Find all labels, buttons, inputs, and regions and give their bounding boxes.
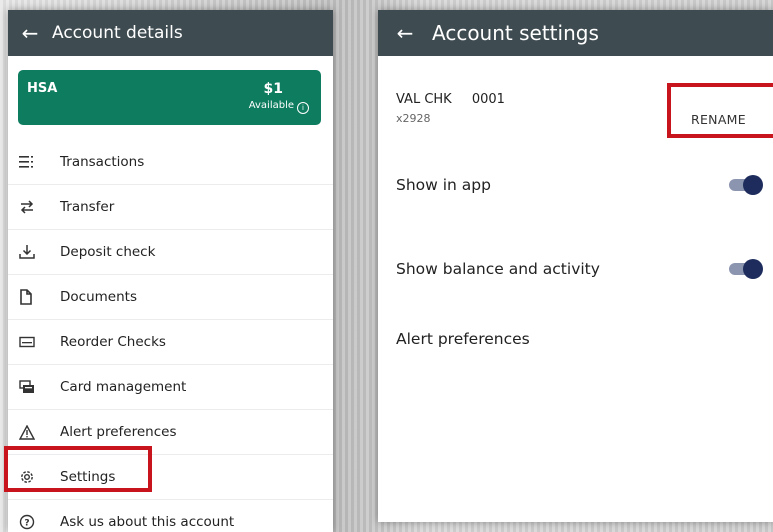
setting-show-in-app: Show in app	[396, 176, 491, 194]
transfer-arrows-icon	[19, 199, 57, 215]
page-title: Account settings	[432, 21, 599, 45]
menu-item-ask-us[interactable]: ? Ask us about this account	[8, 500, 333, 532]
menu-item-card-management[interactable]: Card management	[8, 365, 333, 410]
setting-alert-preferences[interactable]: Alert preferences	[396, 330, 530, 348]
account-card-name: HSA	[27, 81, 58, 96]
account-info: VAL CHK 0001	[396, 92, 505, 107]
cards-stack-icon	[19, 380, 57, 394]
back-arrow-icon[interactable]: ←	[378, 21, 432, 45]
page-title: Account details	[52, 23, 183, 43]
menu-item-reorder-checks[interactable]: Reorder Checks	[8, 320, 333, 365]
svg-text:?: ?	[24, 519, 29, 529]
menu-item-deposit-check[interactable]: Deposit check	[8, 230, 333, 275]
account-card[interactable]: HSA $1 Available i	[18, 70, 321, 125]
check-card-icon	[19, 336, 57, 348]
download-tray-icon	[19, 244, 57, 260]
menu-item-transfer[interactable]: Transfer	[8, 185, 333, 230]
rename-highlight-box	[667, 83, 773, 138]
list-icon	[19, 155, 57, 169]
menu-item-transactions[interactable]: Transactions	[8, 140, 333, 185]
warning-triangle-icon	[19, 424, 57, 440]
menu-item-documents[interactable]: Documents	[8, 275, 333, 320]
account-name: VAL CHK	[396, 92, 452, 107]
account-masked-number: x2928	[396, 112, 431, 125]
available-label: Available i	[249, 100, 309, 114]
document-icon	[19, 289, 57, 305]
account-number: 0001	[471, 92, 505, 107]
app-bar: ← Account settings	[378, 10, 773, 56]
help-circle-icon: ?	[19, 514, 57, 530]
setting-show-balance: Show balance and activity	[396, 260, 600, 278]
account-card-amount: $1	[263, 81, 283, 97]
app-bar: ← Account details	[8, 10, 333, 56]
show-in-app-toggle[interactable]	[727, 173, 763, 195]
info-icon[interactable]: i	[297, 102, 309, 114]
back-arrow-icon[interactable]: ←	[8, 21, 52, 45]
settings-highlight-box	[4, 446, 152, 492]
show-balance-toggle[interactable]	[727, 257, 763, 279]
